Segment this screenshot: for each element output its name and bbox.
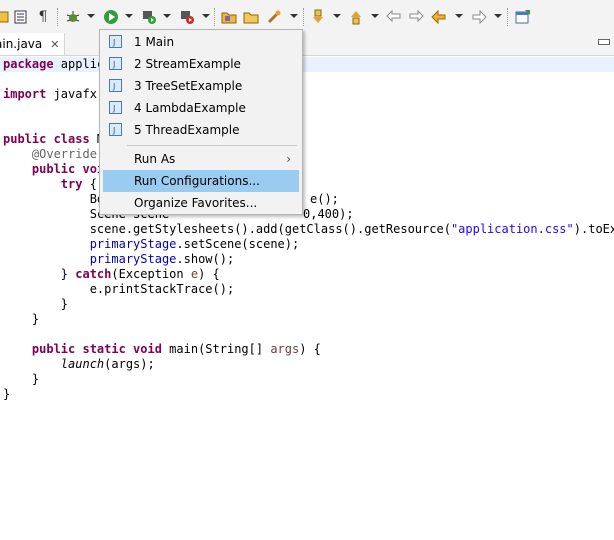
previous-annotation-icon[interactable]	[347, 8, 365, 26]
java-launch-icon: J	[109, 123, 122, 136]
editor-tab-bar: ain.java ✕	[0, 33, 614, 56]
coverage-dropdown-icon[interactable]	[163, 14, 171, 18]
menu-item-run-configurations[interactable]: Run Configurations...	[103, 170, 299, 192]
code-line: launch(args);	[60, 357, 155, 371]
minimize-icon[interactable]	[598, 39, 610, 45]
debug-dropdown-icon[interactable]	[87, 14, 95, 18]
svg-text:J: J	[112, 126, 115, 135]
svg-text:J: J	[112, 60, 115, 69]
pilcrow-icon[interactable]: ¶	[37, 8, 49, 26]
search-dropdown-icon[interactable]	[290, 14, 298, 18]
toolbar-separator	[57, 8, 58, 26]
menu-separator	[127, 145, 297, 146]
menu-item-organize-favorites[interactable]: Organize Favorites...	[103, 192, 299, 214]
code-editor[interactable]: package applic import javafx. public cla…	[0, 56, 614, 540]
forward-icon[interactable]	[470, 8, 488, 26]
toolbar-separator	[214, 8, 215, 26]
debug-icon[interactable]	[64, 8, 82, 26]
coverage-icon[interactable]	[140, 8, 158, 26]
next-annotation-icon[interactable]	[309, 8, 327, 26]
new-java-package-icon[interactable]	[220, 8, 238, 26]
code-line: @Override	[3, 147, 97, 161]
code-line: }	[3, 312, 40, 326]
svg-text:J: J	[112, 38, 115, 47]
code-line: e.printStackTrace();	[3, 282, 235, 296]
close-icon[interactable]: ✕	[50, 38, 59, 51]
menu-item-recent-threadexample[interactable]: J 5 ThreadExample	[103, 119, 299, 141]
code-line: primaryStage.setScene(scene);	[89, 237, 300, 251]
java-launch-icon: J	[109, 35, 122, 48]
tab-main-java[interactable]: ain.java ✕	[0, 33, 65, 55]
forward-edit-location-icon[interactable]	[407, 8, 425, 26]
run-dropdown-menu: J 1 Main J 2 StreamExample J 3 TreeSetEx…	[99, 29, 303, 215]
code-line: }	[3, 372, 40, 386]
code-line: import javafx.	[3, 87, 105, 101]
next-annotation-dropdown-icon[interactable]	[333, 14, 341, 18]
code-line-fragment: e();	[310, 192, 339, 206]
submenu-arrow-icon: ›	[286, 152, 291, 166]
code-line: primaryStage.show();	[89, 252, 235, 266]
java-launch-icon: J	[109, 57, 122, 70]
external-tools-dropdown-icon[interactable]	[202, 14, 210, 18]
code-line: public class M	[3, 132, 105, 146]
java-launch-icon: J	[109, 79, 122, 92]
run-icon[interactable]	[102, 8, 120, 26]
external-tools-icon[interactable]	[178, 8, 196, 26]
back-dropdown-icon[interactable]	[455, 14, 463, 18]
toolbar-separator	[303, 8, 304, 26]
tab-label: ain.java	[0, 37, 43, 51]
code-line: try {	[3, 177, 97, 191]
open-folder-icon[interactable]	[242, 8, 260, 26]
code-line-fragment: 0,400);	[303, 207, 354, 221]
code-line: public static void main(String[] args) {	[3, 342, 321, 356]
code-line: scene.getStylesheets().add(getClass().ge…	[3, 222, 614, 236]
menu-item-recent-lambdaexample[interactable]: J 4 LambdaExample	[103, 97, 299, 119]
code-line: }	[3, 387, 11, 401]
previous-annotation-dropdown-icon[interactable]	[371, 14, 379, 18]
code-line: package applic	[3, 57, 105, 71]
search-torch-icon[interactable]	[265, 8, 283, 26]
svg-text:J: J	[112, 82, 115, 91]
forward-dropdown-icon[interactable]	[494, 14, 502, 18]
svg-text:J: J	[112, 104, 115, 113]
menu-item-run-as[interactable]: Run As ›	[103, 148, 299, 170]
code-line: }	[3, 297, 69, 311]
open-perspective-icon[interactable]	[514, 8, 532, 26]
java-launch-icon: J	[109, 101, 122, 114]
run-dropdown-icon[interactable]	[125, 14, 133, 18]
toolbar-separator	[507, 8, 508, 26]
main-toolbar: ¶	[0, 0, 614, 33]
code-line: } catch(Exception e) {	[3, 267, 220, 281]
show-whitespace-icon[interactable]	[13, 8, 29, 26]
code-line: Bo	[3, 192, 105, 206]
last-edit-location-icon[interactable]	[385, 8, 403, 26]
toggle-mark-occurrences-icon[interactable]	[0, 8, 10, 26]
code-line: public voi	[3, 162, 105, 176]
back-icon[interactable]	[430, 8, 448, 26]
menu-item-recent-streamexample[interactable]: J 2 StreamExample	[103, 53, 299, 75]
menu-item-recent-treesetexample[interactable]: J 3 TreeSetExample	[103, 75, 299, 97]
menu-item-recent-main[interactable]: J 1 Main	[103, 31, 299, 53]
